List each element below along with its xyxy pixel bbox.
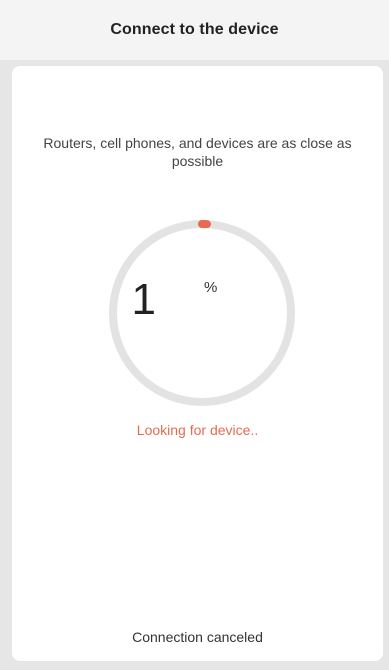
connection-card: Routers, cell phones, and devices are as… (12, 66, 383, 661)
instruction-text: Routers, cell phones, and devices are as… (43, 135, 352, 169)
progress-percent-unit: % (204, 279, 218, 296)
progress-percent-value: 1 (131, 275, 156, 324)
page-title: Connect to the device (110, 21, 279, 38)
header-bar: Connect to the device (0, 0, 389, 60)
status-text: Looking for device.. (136, 422, 259, 438)
connection-canceled-button[interactable]: Connection canceled (12, 629, 383, 645)
